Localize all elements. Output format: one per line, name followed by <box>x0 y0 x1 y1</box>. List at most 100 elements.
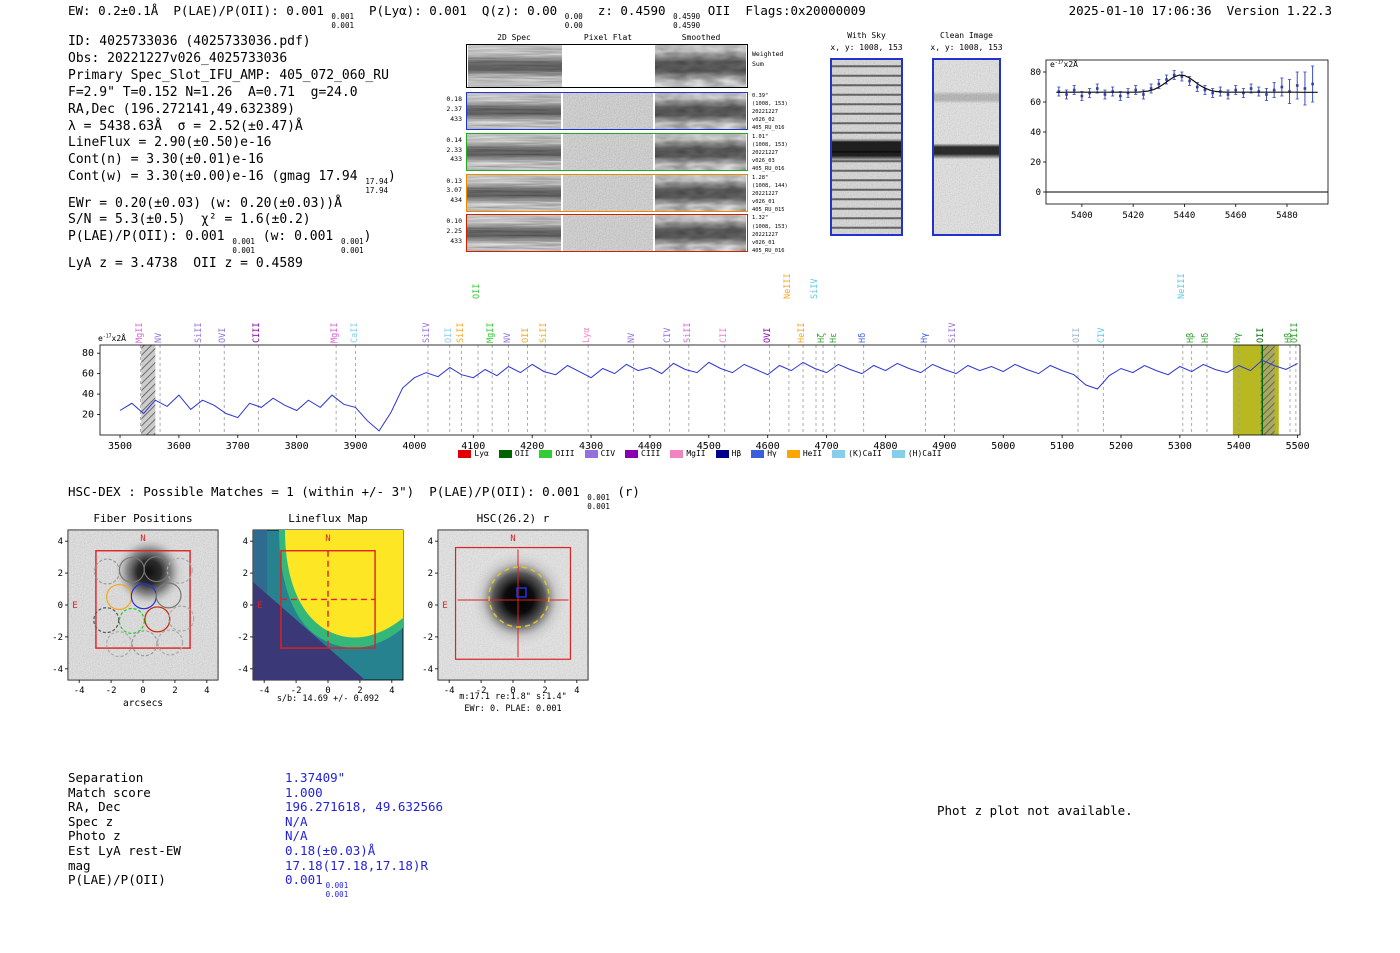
elixer-report: EW: 0.2±0.1Å P(LAE)/P(OII): 0.001 0.001 0… <box>0 0 1400 953</box>
svg-text:-2: -2 <box>52 633 63 643</box>
info-line-text: ) <box>363 229 372 245</box>
emission-line-label: Hζ <box>817 332 828 343</box>
svg-text:80: 80 <box>1030 68 1041 78</box>
galaxy-blob <box>467 547 571 651</box>
svg-text:0: 0 <box>140 686 145 696</box>
legend-swatch <box>715 449 729 458</box>
legend-item: Hβ <box>715 449 741 458</box>
match-row: P(LAE)/P(OII) 0.001 0.001 0.001 <box>68 872 443 899</box>
svg-text:-2: -2 <box>237 633 248 643</box>
match-row: Match score 1.000 <box>68 785 443 801</box>
legend-swatch <box>458 449 472 458</box>
match-table: Separation 1.37409" Match score 1.000 RA, De… <box>68 770 444 899</box>
legend-item: OII <box>498 449 529 458</box>
header-uncertainty: 0.001 0.001 <box>331 12 354 30</box>
svg-text:20: 20 <box>1030 158 1041 168</box>
spec2d-row <box>466 92 748 130</box>
spec2d-image-spec <box>467 133 561 170</box>
line-fit-units-label: e-17x2Å <box>1050 60 1078 69</box>
svg-text:5400: 5400 <box>1071 211 1093 221</box>
svg-text:E: E <box>72 601 77 611</box>
match-row-label: Est LyA rest-EW <box>68 842 181 858</box>
legend-item: CIII <box>625 449 660 458</box>
header-timestamp: 2025-01-10 17:06:36 Version 1.22.3 <box>1068 3 1332 18</box>
svg-text:-4: -4 <box>52 665 63 675</box>
legend-swatch <box>751 449 765 458</box>
emission-line-label: CIV <box>663 327 674 343</box>
legend-swatch <box>891 449 905 458</box>
info-line-text: (w: 0.001 <box>254 229 342 245</box>
info-line: Primary Spec_Slot_IFU_AMP: 405_072_060_R… <box>68 68 396 85</box>
spectrum-legend: Lyα OII OIII CIV CIII MgII Hβ Hγ HeII (K)CaII (H)C… <box>100 449 1300 458</box>
info-line: Obs: 20221227v026_4025733036 <box>68 51 396 68</box>
emission-line-label: CaII <box>349 322 360 343</box>
emission-line-label: Hγ <box>919 332 930 343</box>
match-row-label: Separation <box>68 770 144 785</box>
match-row-value: 196.271618, 49.632566 <box>285 799 444 815</box>
spec2d-image-spec <box>467 93 561 129</box>
svg-text:0: 0 <box>1036 188 1041 198</box>
info-line: RA,Dec (196.272141,49.632389) <box>68 102 396 119</box>
svg-text:N: N <box>510 534 515 544</box>
match-row-value: N/A <box>285 813 308 829</box>
match-row: Est LyA rest-EW 0.18(±0.03)Å <box>68 842 443 859</box>
match-row-label: RA, Dec <box>68 799 121 815</box>
emission-line-label: MgII <box>134 322 145 343</box>
emission-line-label: Hδ <box>857 332 868 343</box>
emission-line-label: CIII <box>252 322 263 343</box>
emission-line-label: Hδ <box>1200 332 1211 343</box>
weighted-sum-label-line2: Sum <box>752 59 764 68</box>
svg-text:4: 4 <box>204 686 209 696</box>
spec2d-image-spec <box>467 215 561 252</box>
legend-item: OIII <box>539 449 575 458</box>
svg-text:0: 0 <box>58 601 63 611</box>
legend-item: (H)CaII <box>891 449 942 458</box>
emission-line-labels: MgII NV SiII OVI CIII MgII CaII SiIV OII SiII OII M… <box>60 252 1340 345</box>
info-line: EWr = 0.20(±0.03) (w: 0.20(±0.03))Å <box>68 196 396 213</box>
emission-line-label: OII <box>472 283 483 299</box>
info-line-text: F=2.9" T=0.152 N=1.26 A=0.71 g=24.0 <box>68 84 358 100</box>
emission-line-label: SiII <box>539 322 550 343</box>
col-title-pixelflat: Pixel Flat <box>583 33 633 42</box>
galaxy-blob <box>109 532 189 612</box>
clean-image <box>932 58 1001 236</box>
spec2d-image-smooth <box>655 133 746 170</box>
svg-text:80: 80 <box>82 348 94 359</box>
photz-note: Phot z plot not available. <box>937 803 1133 818</box>
match-row-value: N/A <box>285 828 308 844</box>
match-row: RA, Dec 196.271618, 49.632566 <box>68 799 444 815</box>
info-line-text: P(LAE)/P(OII): 0.001 <box>68 229 233 245</box>
svg-text:0: 0 <box>428 601 433 611</box>
svg-text:40: 40 <box>82 389 94 400</box>
info-line-text: ) <box>388 169 396 185</box>
withsky-title: With Sky <box>847 31 886 40</box>
emission-line-label: NeIII <box>1176 273 1187 299</box>
svg-text:5460: 5460 <box>1225 211 1247 221</box>
legend-swatch <box>584 449 598 458</box>
match-row: Spec z N/A <box>68 813 443 830</box>
info-line: ID: 4025733036 (4025733036.pdf) <box>68 34 396 51</box>
full-spectrum-plot: 3500 3600 3700 3800 3900 4000 4100 4200 4300 4400… <box>82 344 1310 452</box>
match-row-label: Photo z <box>68 828 121 844</box>
match-row: mag 17.18(17.18,17.18)R <box>68 858 443 874</box>
hsc-uncertainty: 0.001 0.001 <box>587 493 610 511</box>
info-line-text: Cont(w) = 3.30(±0.00)e-16 (gmag 17.94 <box>68 169 366 185</box>
header-summary: EW: 0.2±0.1Å P(LAE)/P(OII): 0.001 0.001 0… <box>68 3 866 30</box>
emission-line-label: MgII <box>330 322 341 343</box>
svg-text:4: 4 <box>428 537 433 547</box>
emission-line-label: CIV <box>1097 327 1108 343</box>
svg-text:60: 60 <box>1030 98 1041 108</box>
emission-line-label: HeII <box>797 322 808 343</box>
spec2d-row <box>466 214 748 253</box>
emission-line-label: NV <box>502 332 513 343</box>
hsc-matches-line: HSC-DEX : Possible Matches = 1 (within +… <box>68 484 640 511</box>
svg-text:2: 2 <box>58 569 63 579</box>
emission-line-label: Hγ <box>1232 332 1243 343</box>
lineflux-caption: s/b: 14.69 +/- 0.092 <box>276 694 380 704</box>
svg-text:40: 40 <box>1030 128 1041 138</box>
svg-text:5480: 5480 <box>1276 211 1298 221</box>
match-row: Photo z N/A <box>68 829 443 844</box>
spec2d-row-annotation: 0.39" (1008, 153) 20221227 v026_02 405_RU_01… <box>752 93 788 132</box>
legend-item: HeII <box>786 449 822 458</box>
legend-item: CIV <box>584 449 615 458</box>
